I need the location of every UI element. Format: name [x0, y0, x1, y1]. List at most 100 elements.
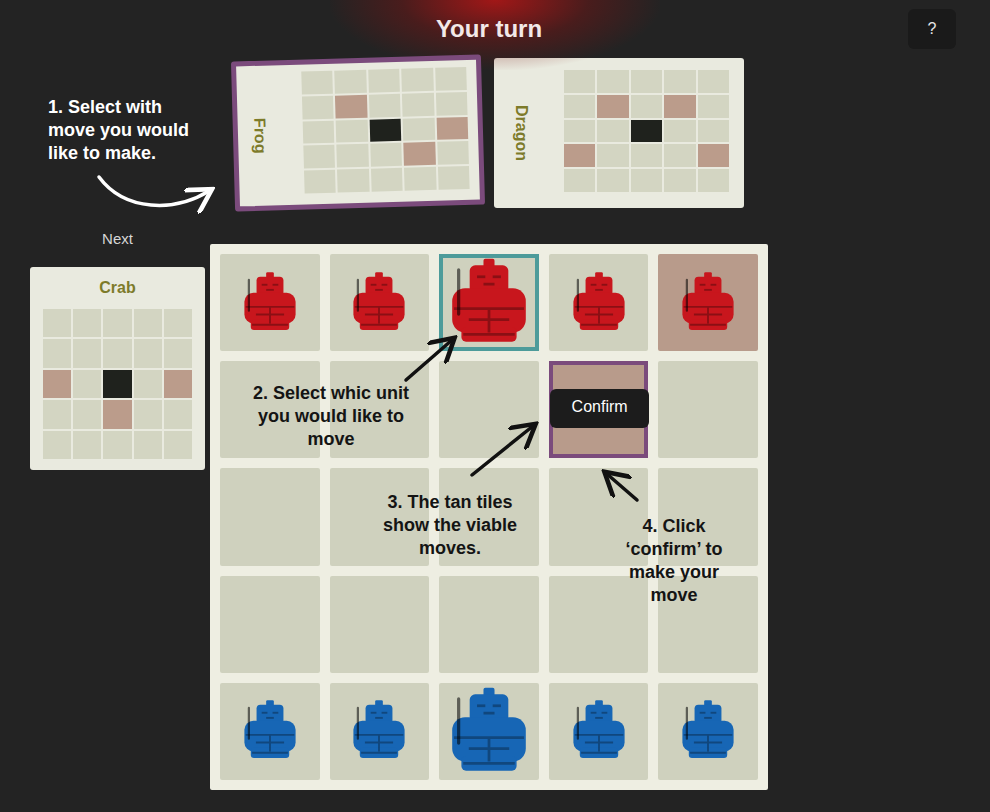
grid-cell [337, 144, 369, 168]
grid-cell [337, 169, 369, 193]
tutorial-note: 4. Click ‘confirm’ to make your move [606, 515, 742, 607]
grid-cell [370, 143, 402, 167]
selection-frame [658, 361, 758, 458]
card-title-column: Frog [236, 65, 284, 206]
soldier-icon[interactable] [567, 699, 631, 763]
grid-cell [597, 169, 628, 192]
next-label: Next [30, 229, 205, 249]
soldier-icon[interactable] [676, 699, 740, 763]
tutorial-note: 3. The tan tiles show the viable moves. [370, 491, 530, 560]
arrow-icon [406, 340, 452, 380]
target-frame [549, 683, 649, 780]
move-cards: Frog Dragon [233, 58, 990, 208]
board-tile[interactable] [330, 254, 430, 351]
board-tile[interactable] [439, 361, 539, 458]
soldier-icon[interactable] [676, 271, 740, 335]
target-frame [439, 254, 539, 351]
grid-cell [564, 144, 595, 167]
soldier-icon[interactable] [238, 271, 302, 335]
board-tile[interactable] [220, 468, 320, 565]
grid-cell [664, 144, 695, 167]
selection-frame [220, 683, 320, 780]
grid-cell [43, 400, 71, 428]
grid-cell [303, 120, 335, 144]
grid-cell [597, 144, 628, 167]
grid-cell [43, 431, 71, 459]
grid-cell [43, 339, 71, 367]
help-button[interactable]: ? [908, 9, 956, 49]
board-tile[interactable] [549, 576, 649, 673]
grid-cell [134, 431, 162, 459]
grid-cell [368, 69, 400, 93]
board-tile[interactable] [658, 254, 758, 351]
header-bar: Your turn? [0, 0, 990, 58]
target-frame [330, 576, 430, 673]
grid-cell [664, 70, 695, 93]
grid-cell [134, 309, 162, 337]
board-tile[interactable]: Confirm [549, 361, 649, 458]
selection-frame [549, 683, 649, 780]
board-tile[interactable] [549, 254, 649, 351]
grid-cell [134, 370, 162, 398]
board-tile[interactable] [439, 254, 539, 351]
board-tile[interactable] [658, 361, 758, 458]
selection-frame [439, 361, 539, 458]
card-title: Dragon [512, 105, 530, 161]
selection-frame [549, 254, 649, 351]
grid-cell [103, 400, 131, 428]
tutorial-note: 1. Select with move you would like to ma… [48, 96, 208, 165]
soldier-icon[interactable] [567, 271, 631, 335]
target-frame [658, 361, 758, 458]
soldier-icon[interactable] [347, 271, 411, 335]
grid-cell [564, 95, 595, 118]
board-tile[interactable] [439, 683, 539, 780]
board-tile[interactable] [549, 683, 649, 780]
move-card[interactable]: Frog [231, 55, 485, 212]
board-tile[interactable] [330, 576, 430, 673]
arrow-icon [99, 177, 209, 205]
move-card[interactable]: Dragon [494, 58, 744, 208]
grid-cell [664, 120, 695, 143]
grid-cell [436, 117, 468, 141]
grid-cell [164, 339, 192, 367]
board-tile[interactable] [439, 576, 539, 673]
tutorial-note: 2. Select whic unit you would like to mo… [240, 382, 422, 451]
soldier-icon[interactable] [443, 257, 535, 349]
grid-cell [698, 144, 729, 167]
grid-cell [103, 431, 131, 459]
card-title: Crab [99, 279, 135, 297]
grid-cell [164, 400, 192, 428]
target-frame [220, 468, 320, 565]
next-panel: Next Crab [30, 229, 205, 470]
move-grid [43, 309, 193, 459]
grid-cell [103, 339, 131, 367]
confirm-button[interactable]: Confirm [550, 389, 650, 428]
board-tile[interactable] [220, 576, 320, 673]
selection-frame [330, 254, 430, 351]
grid-cell [301, 71, 333, 95]
grid-cell [73, 309, 101, 337]
grid-cell [597, 120, 628, 143]
soldier-icon[interactable] [238, 699, 302, 763]
grid-cell [43, 309, 71, 337]
board-tile[interactable] [220, 254, 320, 351]
soldier-icon[interactable] [443, 686, 535, 778]
board-tile[interactable] [330, 683, 430, 780]
board-tile[interactable] [220, 683, 320, 780]
grid-cell [335, 95, 367, 119]
grid-cell [664, 95, 695, 118]
target-frame [220, 683, 320, 780]
grid-cell [402, 93, 434, 117]
grid-cell [564, 120, 595, 143]
grid-cell [564, 70, 595, 93]
selection-frame [549, 576, 649, 673]
grid-cell [403, 117, 435, 141]
target-frame [439, 361, 539, 458]
grid-cell [335, 70, 367, 94]
next-card: Crab [30, 267, 205, 470]
grid-cell [103, 370, 131, 398]
grid-cell [164, 431, 192, 459]
target-frame [439, 683, 539, 780]
soldier-icon[interactable] [347, 699, 411, 763]
board-tile[interactable] [658, 683, 758, 780]
